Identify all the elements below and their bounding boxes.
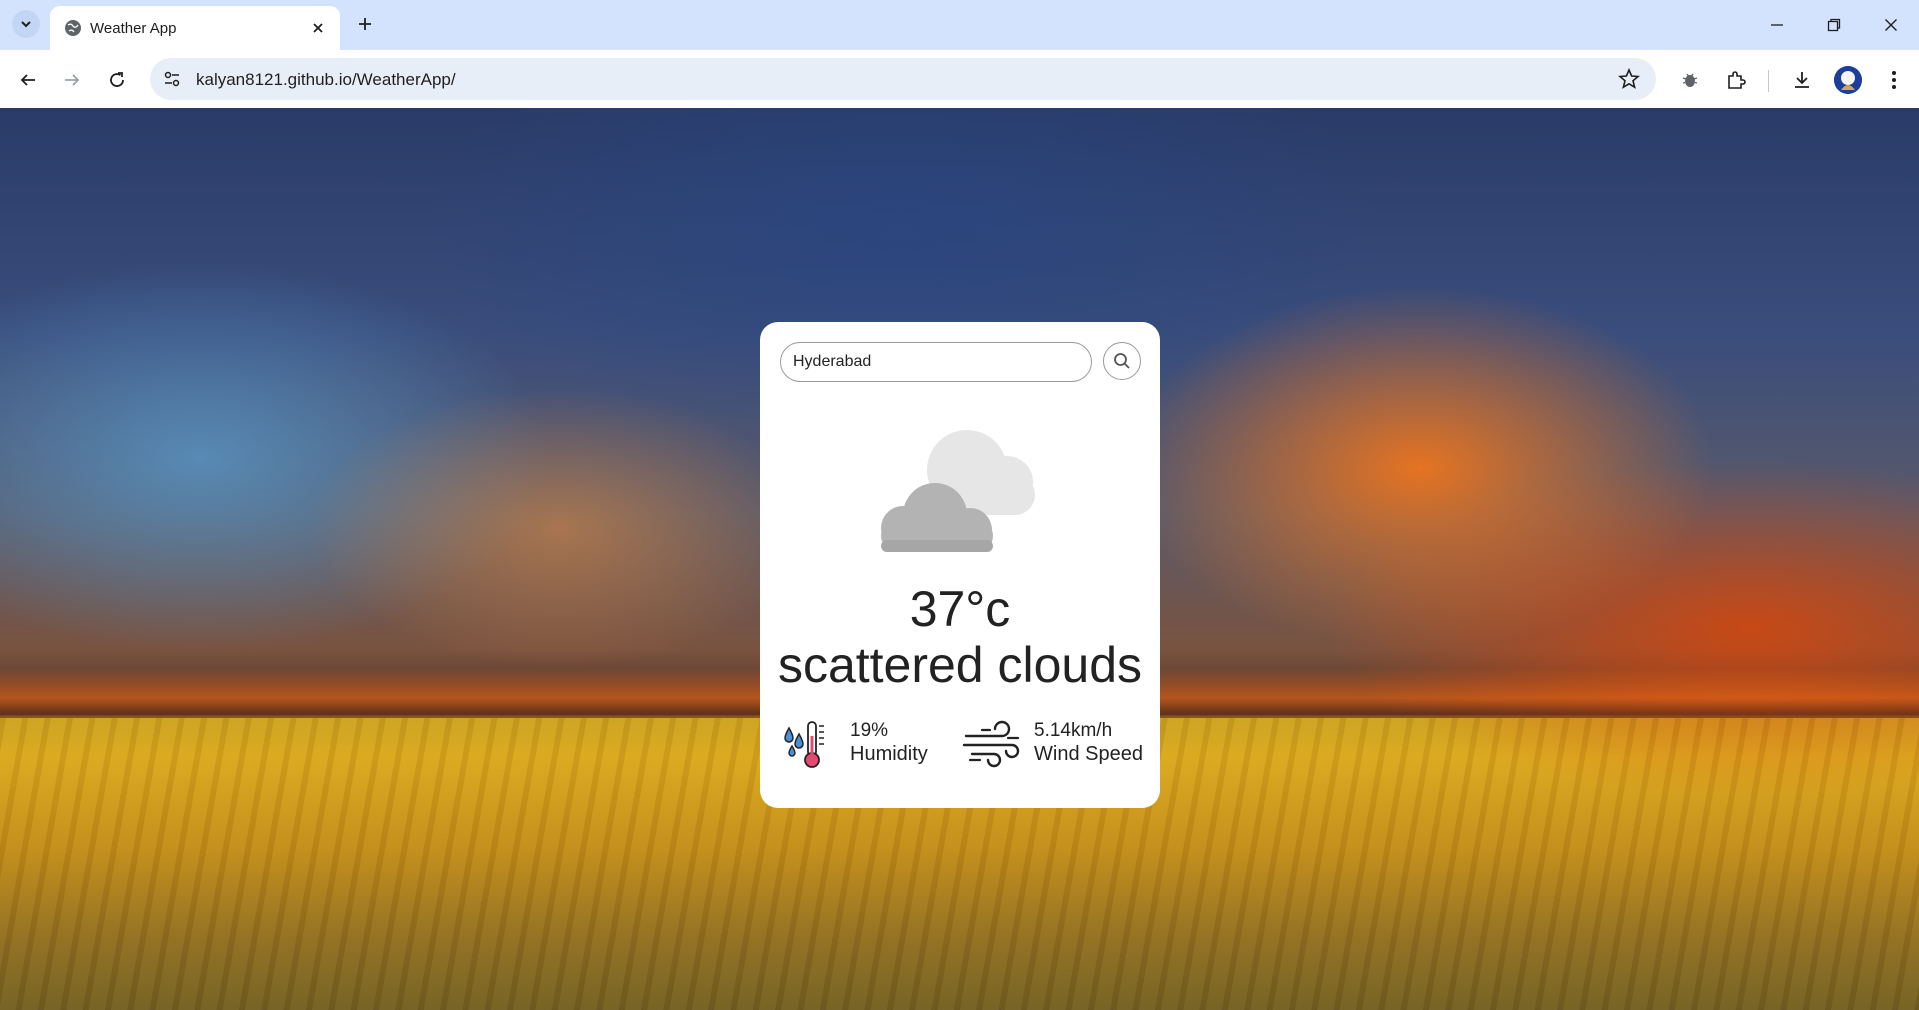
browser-tab-bar: Weather App: [0, 0, 1919, 50]
close-icon: [1885, 19, 1897, 31]
close-window-button[interactable]: [1876, 12, 1906, 38]
avatar-icon: [1834, 66, 1862, 94]
new-tab-button[interactable]: [353, 12, 377, 36]
wind-speed-label: Wind Speed: [1034, 743, 1143, 765]
arrow-right-icon: [65, 74, 80, 86]
temperature-display: 37°c: [909, 581, 1011, 637]
reload-icon: [110, 72, 124, 87]
search-button[interactable]: [1103, 342, 1141, 380]
toolbar-divider: [1768, 70, 1769, 92]
humidity-thermometer-icon: [784, 721, 824, 768]
url-text[interactable]: kalyan8121.github.io/WeatherApp/: [196, 70, 456, 90]
extension-bug-button[interactable]: [1677, 67, 1703, 93]
bug-icon: [1682, 73, 1698, 87]
restore-button[interactable]: [1819, 12, 1849, 38]
close-icon: [313, 23, 323, 33]
arrow-left-icon: [20, 74, 35, 86]
humidity-value: 19%: [850, 720, 889, 741]
reload-button[interactable]: [103, 66, 131, 94]
restore-icon: [1827, 18, 1841, 32]
more-vertical-icon: [1892, 71, 1896, 89]
tab-search-button[interactable]: [12, 10, 40, 38]
download-icon: [1795, 72, 1809, 88]
profile-avatar[interactable]: [1834, 66, 1862, 94]
wind-speed-value: 5.14km/h: [1034, 720, 1113, 741]
globe-icon: [65, 20, 81, 36]
address-bar[interactable]: kalyan8121.github.io/WeatherApp/: [150, 58, 1656, 100]
page-background: 37°c scattered clouds 19% Humidity: [0, 108, 1919, 1010]
weather-description: scattered clouds: [777, 637, 1143, 693]
scattered-clouds-icon: [881, 430, 1035, 552]
minimize-button[interactable]: [1762, 12, 1792, 38]
plus-icon: [359, 18, 371, 30]
tab-title: Weather App: [90, 20, 177, 37]
forward-button[interactable]: [58, 66, 86, 94]
chevron-down-icon: [21, 21, 31, 28]
city-search-input[interactable]: [780, 342, 1092, 382]
browser-toolbar: kalyan8121.github.io/WeatherApp/: [0, 50, 1919, 108]
weather-card: 37°c scattered clouds 19% Humidity: [760, 322, 1160, 808]
site-info-icon[interactable]: [162, 69, 182, 89]
tab-close-button[interactable]: [308, 18, 328, 38]
browser-menu-button[interactable]: [1881, 67, 1907, 93]
downloads-button[interactable]: [1789, 67, 1815, 93]
humidity-label: Humidity: [850, 743, 928, 765]
tab-weather-app[interactable]: Weather App: [50, 6, 340, 50]
bookmark-star-icon[interactable]: [1618, 68, 1640, 90]
search-icon: [1114, 353, 1130, 369]
extensions-button[interactable]: [1723, 67, 1749, 93]
wind-stat: 5.14km/h Wind Speed: [962, 714, 1152, 774]
puzzle-icon: [1728, 71, 1746, 89]
wind-icon: [962, 720, 1020, 768]
back-button[interactable]: [14, 66, 42, 94]
minimize-icon: [1771, 24, 1783, 26]
humidity-stat: 19% Humidity: [782, 714, 942, 774]
